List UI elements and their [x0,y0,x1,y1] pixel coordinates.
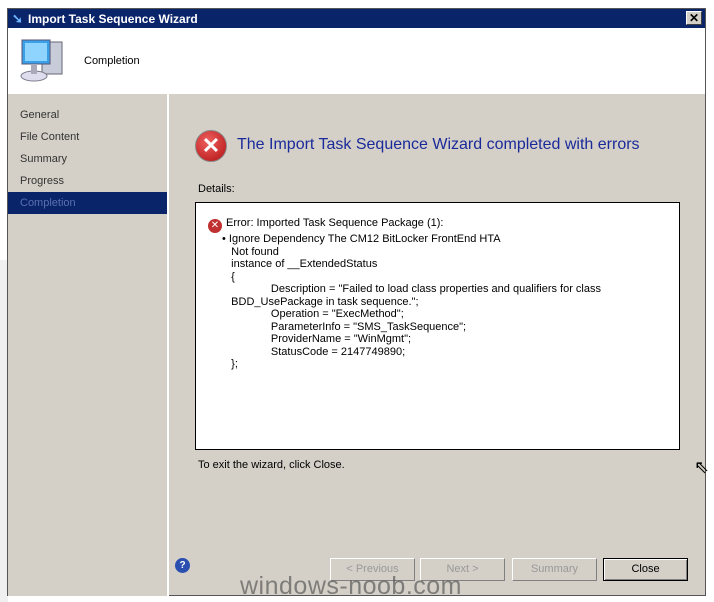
step-summary: Summary [20,153,68,165]
error-small-icon: ✕ [208,219,222,233]
detail-line: instance of __ExtendedStatus [222,258,378,270]
detail-line: ProviderName = "WinMgmt"; [222,333,412,345]
step-completion: Completion [8,192,167,214]
detail-line: Description = "Failed to load class prop… [222,283,601,295]
wizard-window: ➘ Import Task Sequence Wizard ✕ Completi… [7,8,706,596]
watermark: windows-noob.com [240,572,462,600]
close-window-button[interactable]: ✕ [686,11,702,25]
header-page-title: Completion [84,55,140,67]
close-button[interactable]: Close [603,558,688,581]
window-title: Import Task Sequence Wizard [28,11,198,26]
wizard-header: Completion [8,28,705,94]
wizard-steps-sidebar: General File Content Summary Progress Co… [8,94,169,596]
detail-line: Not found [222,245,279,258]
detail-line: BDD_UsePackage in task sequence."; [222,295,419,308]
title-bar[interactable]: ➘ Import Task Sequence Wizard ✕ [8,9,705,28]
error-icon: ✕ [195,130,227,162]
summary-button[interactable]: Summary [512,558,597,581]
exit-instructions: To exit the wizard, click Close. [198,459,345,471]
detail-line: ParameterInfo = "SMS_TaskSequence"; [222,320,467,333]
details-label: Details: [198,183,235,195]
detail-line: }; [222,358,238,370]
mouse-cursor-icon: ⇖ [694,457,710,477]
detail-line: ✕ Error: Imported Task Sequence Package (… [208,217,679,233]
result-heading: The Import Task Sequence Wizard complete… [237,136,640,153]
help-icon[interactable]: ? [175,558,190,573]
detail-line: Operation = "ExecMethod"; [222,308,404,320]
detail-line: StatusCode = 2147749890; [222,345,406,358]
step-progress: Progress [20,175,65,187]
main-panel: ✕ The Import Task Sequence Wizard comple… [171,94,706,596]
details-textbox[interactable]: ✕ Error: Imported Task Sequence Package (… [195,202,680,450]
computer-icon [20,39,63,82]
wizard-arrow-icon: ➘ [12,11,23,26]
detail-line: • Ignore Dependency The CM12 BitLocker F… [222,233,501,245]
step-file-content: File Content [20,131,80,143]
detail-line: { [222,270,235,283]
step-general: General [20,109,60,121]
